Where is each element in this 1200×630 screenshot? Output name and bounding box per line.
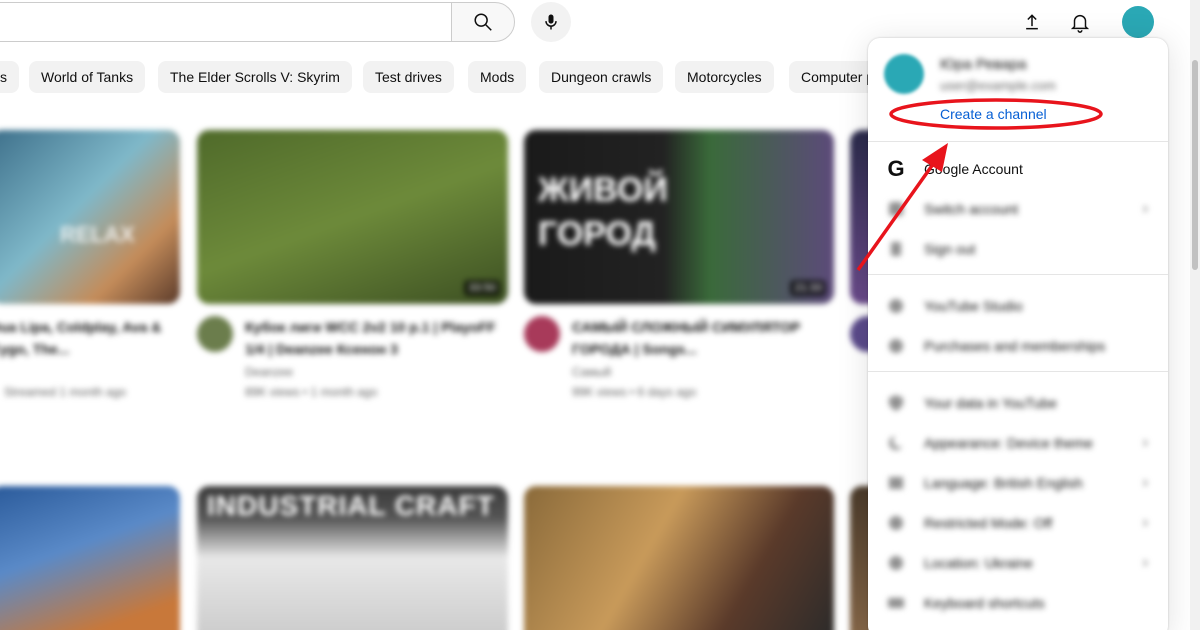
upload-button[interactable]: [1018, 8, 1046, 36]
video-duration: 33:50: [464, 280, 500, 296]
account-avatar-button[interactable]: [1122, 6, 1154, 38]
chip[interactable]: Test drives: [363, 61, 454, 93]
user-name: Юра Ревара: [940, 56, 1027, 73]
chip[interactable]: The Elder Scrolls V: Skyrim: [158, 61, 352, 93]
chip[interactable]: s: [0, 61, 19, 93]
video-duration: 21:33: [790, 280, 826, 296]
chip[interactable]: World of Tanks: [29, 61, 146, 93]
thumbnail-text: ЖИВОЙ ГОРОД: [538, 171, 668, 253]
menu-divider: [868, 274, 1168, 275]
menu-item-label: Sign out: [924, 241, 976, 257]
account-menu-header: Юра Ревара user@example.com Create a cha…: [868, 38, 1168, 142]
search-input[interactable]: [0, 2, 452, 42]
restricted-icon: [884, 511, 908, 535]
google-icon: G: [887, 156, 905, 181]
video-thumbnail[interactable]: RELAX: [0, 130, 180, 304]
video-views: Streamed 1 month ago: [4, 385, 127, 399]
menu-item-label: Your data in YouTube: [924, 395, 1057, 411]
video-thumbnail[interactable]: ЖИВОЙ ГОРОД 21:33: [524, 130, 834, 304]
chip[interactable]: Dungeon crawls: [539, 61, 664, 93]
chevron-right-icon: ›: [1142, 474, 1148, 491]
chevron-right-icon: ›: [1142, 434, 1148, 451]
video-title[interactable]: Dua Lipa, Coldplay, Ava & Kygo, The...: [0, 316, 170, 360]
menu-item-label: Appearance: Device theme: [924, 435, 1093, 451]
voice-search-button[interactable]: [531, 2, 571, 42]
thumbnail-text: RELAX: [60, 222, 135, 247]
menu-item-keyboard-shortcuts[interactable]: Keyboard shortcuts: [868, 583, 1168, 623]
studio-icon: [884, 294, 908, 318]
menu-item-label: Purchases and memberships: [924, 338, 1106, 354]
keyboard-icon: [884, 591, 908, 615]
video-views: 89K views • 1 month ago: [245, 385, 378, 399]
video-title[interactable]: САМЫЙ СЛОЖНЫЙ СИМУЛЯТОР ГОРОДА | Songs..…: [572, 316, 842, 360]
search-button[interactable]: [451, 2, 515, 42]
menu-item-language[interactable]: Language: British English ›: [868, 463, 1168, 503]
menu-item-purchases[interactable]: Purchases and memberships: [868, 326, 1168, 366]
bell-icon: [1070, 14, 1090, 33]
video-thumbnail[interactable]: INDUSTRIAL CRAFT: [197, 486, 508, 630]
menu-divider: [868, 371, 1168, 372]
chip[interactable]: Motorcycles: [675, 61, 774, 93]
microphone-icon: [545, 14, 557, 30]
moon-icon: [884, 431, 908, 455]
youtube-page: s World of Tanks The Elder Scrolls V: Sk…: [0, 0, 1200, 630]
video-thumbnail[interactable]: [524, 486, 834, 630]
channel-name[interactable]: Самый: [572, 362, 611, 382]
chevron-right-icon: ›: [1142, 200, 1148, 217]
upload-icon: [1026, 14, 1038, 30]
video-views: 99K views • 6 days ago: [572, 385, 697, 399]
menu-item-restricted-mode[interactable]: Restricted Mode: Off ›: [868, 503, 1168, 543]
search-icon: [474, 13, 492, 31]
menu-item-label: Language: British English: [924, 475, 1083, 491]
channel-avatar[interactable]: [197, 316, 233, 352]
video-thumbnail[interactable]: [0, 486, 180, 630]
menu-item-label: Google Account: [924, 161, 1023, 177]
menu-item-label: Keyboard shortcuts: [924, 595, 1045, 611]
menu-avatar: [884, 54, 924, 94]
account-menu: Юра Ревара user@example.com Create a cha…: [868, 38, 1168, 630]
translate-icon: [884, 471, 908, 495]
menu-item-youtube-studio[interactable]: YouTube Studio: [868, 286, 1168, 326]
menu-item-label: Restricted Mode: Off: [924, 515, 1053, 531]
menu-item-label: Switch account: [924, 201, 1019, 217]
sign-out-icon: [884, 237, 908, 261]
menu-item-label: YouTube Studio: [924, 298, 1023, 314]
menu-item-your-data[interactable]: Your data in YouTube: [868, 383, 1168, 423]
create-channel-link[interactable]: Create a channel: [940, 106, 1047, 122]
menu-item-label: Location: Ukraine: [924, 555, 1033, 571]
chip[interactable]: Mods: [468, 61, 527, 93]
notifications-button[interactable]: [1066, 8, 1094, 36]
menu-item-google-account[interactable]: G Google Account: [868, 149, 1168, 189]
chevron-right-icon: ›: [1142, 514, 1148, 531]
menu-item-location[interactable]: Location: Ukraine ›: [868, 543, 1168, 583]
user-handle: user@example.com: [940, 78, 1056, 93]
menu-item-sign-out[interactable]: Sign out: [868, 229, 1168, 269]
video-thumbnail[interactable]: 33:50: [197, 130, 508, 304]
chevron-right-icon: ›: [1142, 554, 1148, 571]
video-title[interactable]: Кубок лиги WCC 2v2 10 р.1 | PlayoFF 1/4 …: [245, 316, 515, 360]
page-scrollbar-thumb[interactable]: [1192, 60, 1198, 270]
purchases-icon: [884, 334, 908, 358]
globe-icon: [884, 551, 908, 575]
shield-icon: [884, 391, 908, 415]
switch-account-icon: [884, 197, 908, 221]
menu-item-switch-account[interactable]: Switch account ›: [868, 189, 1168, 229]
channel-name[interactable]: Deanzee: [245, 362, 293, 382]
thumbnail-text: INDUSTRIAL CRAFT: [207, 490, 495, 521]
channel-avatar[interactable]: [524, 316, 560, 352]
menu-item-appearance[interactable]: Appearance: Device theme ›: [868, 423, 1168, 463]
